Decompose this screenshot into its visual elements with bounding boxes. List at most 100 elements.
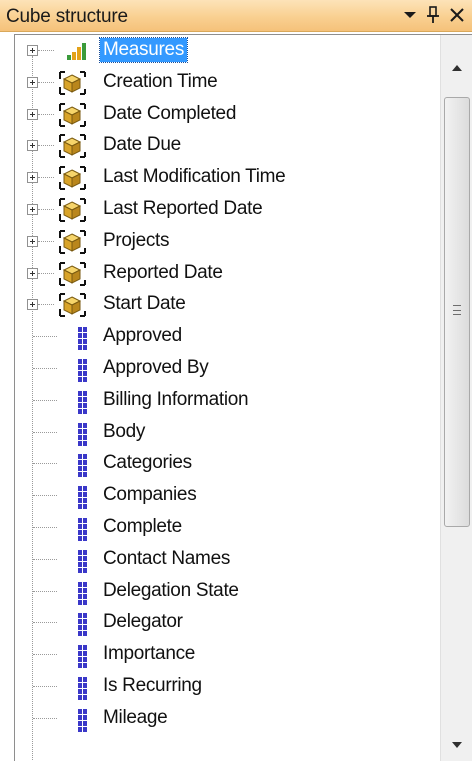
tree-item-attribute[interactable]: Mileage xyxy=(15,703,440,735)
expand-plus-icon[interactable] xyxy=(27,299,38,311)
scroll-up-arrow-icon[interactable] xyxy=(441,55,472,81)
close-icon[interactable] xyxy=(444,2,470,28)
tree-item-label[interactable]: Date Completed xyxy=(100,102,239,126)
tree-item-label[interactable]: Complete xyxy=(100,515,185,539)
tree-item-attribute[interactable]: Companies xyxy=(15,480,440,512)
expand-plus-icon[interactable] xyxy=(27,172,38,184)
expand-plus-icon[interactable] xyxy=(27,76,38,88)
panel-titlebar[interactable]: Cube structure xyxy=(0,0,472,32)
tree-item-dimension[interactable]: Creation Time xyxy=(15,67,440,99)
expand-plus-icon[interactable] xyxy=(27,140,38,152)
tree-item-attribute[interactable]: Contact Names xyxy=(15,544,440,576)
tree-item-dimension[interactable]: Last Modification Time xyxy=(15,162,440,194)
tree-connector-line xyxy=(33,431,57,433)
tree-item-attribute[interactable]: Importance xyxy=(15,639,440,671)
tree-item-label[interactable]: Approved By xyxy=(100,356,212,380)
tree-connector-line xyxy=(33,622,57,624)
tree-connector-line xyxy=(38,177,54,179)
attribute-icon xyxy=(57,610,87,637)
tree-item-dimension[interactable]: Date Due xyxy=(15,130,440,162)
tree-item-label[interactable]: Delegation State xyxy=(100,579,242,603)
expand-plus-icon[interactable] xyxy=(27,235,38,247)
attribute-icon xyxy=(57,515,87,541)
tree-item-dimension[interactable]: Reported Date xyxy=(15,258,440,290)
tree-connector-line xyxy=(33,495,57,497)
tree-item-label[interactable]: Start Date xyxy=(100,292,189,316)
attribute-icon xyxy=(57,388,87,414)
tree-item-label[interactable]: Mileage xyxy=(100,706,170,730)
tree-item-measures[interactable]: Measures xyxy=(15,35,440,67)
tree-item-dimension[interactable]: Projects xyxy=(15,226,440,258)
cube-structure-panel: Cube structure Measures Creation Time Date… xyxy=(0,0,472,761)
tree-item-label[interactable]: Creation Time xyxy=(100,70,220,94)
vertical-scrollbar[interactable] xyxy=(440,35,472,761)
tree-item-label[interactable]: Last Reported Date xyxy=(100,197,265,221)
tree-connector-line xyxy=(33,654,57,656)
tree-item-label[interactable]: Last Modification Time xyxy=(100,165,288,189)
tree-item-dimension[interactable]: Start Date xyxy=(15,289,440,321)
attribute-icon xyxy=(57,483,87,510)
expand-plus-icon[interactable] xyxy=(27,108,38,120)
scroll-grip-icon xyxy=(453,305,461,315)
tree-connector-line xyxy=(33,368,57,369)
tree-item-attribute[interactable]: Complete xyxy=(15,512,440,544)
tree-item-label[interactable]: Is Recurring xyxy=(100,674,205,698)
tree-item-label[interactable]: Companies xyxy=(100,483,199,507)
cube-dimension-icon xyxy=(57,292,87,318)
pin-icon[interactable] xyxy=(420,2,446,28)
attribute-icon xyxy=(57,420,87,446)
tree-item-label[interactable]: Body xyxy=(100,420,148,444)
attribute-icon xyxy=(57,706,87,732)
tree-item-attribute[interactable]: Is Recurring xyxy=(15,671,440,703)
tree-connector-line xyxy=(33,717,57,719)
cube-dimension-icon xyxy=(57,197,87,223)
expand-plus-icon[interactable] xyxy=(27,267,38,279)
attribute-icon xyxy=(57,324,87,351)
tree-item-attribute[interactable]: Categories xyxy=(15,448,440,480)
tree-item-label[interactable]: Importance xyxy=(100,642,198,666)
cube-dimension-icon xyxy=(57,261,87,287)
tree-item-label[interactable]: Billing Information xyxy=(100,388,251,412)
tree-connector-line xyxy=(38,272,54,274)
tree-item-label[interactable]: Projects xyxy=(100,229,172,253)
cube-dimension-icon xyxy=(57,70,87,96)
attribute-icon xyxy=(57,356,87,382)
tree-item-label[interactable]: Categories xyxy=(100,451,195,475)
measures-bar-icon xyxy=(57,38,87,64)
tree-connector-line xyxy=(38,145,54,147)
tree-item-dimension[interactable]: Date Completed xyxy=(15,99,440,131)
tree-connector-line xyxy=(38,240,54,242)
tree-item-dimension[interactable]: Last Reported Date xyxy=(15,194,440,226)
tree-item-label[interactable]: Date Due xyxy=(100,133,184,157)
scroll-thumb[interactable] xyxy=(444,97,470,527)
tree-item-label[interactable]: Approved xyxy=(100,324,185,348)
tree-item-label[interactable]: Contact Names xyxy=(100,547,233,571)
tree-connector-line xyxy=(33,558,57,560)
tree-connector-line xyxy=(33,527,57,528)
tree-connector-line xyxy=(33,686,57,687)
attribute-icon xyxy=(57,579,87,605)
scroll-down-arrow-icon[interactable] xyxy=(441,732,472,758)
tree-item-attribute[interactable]: Delegator xyxy=(15,607,440,639)
tree-connector-line xyxy=(33,463,57,465)
cube-dimension-icon xyxy=(57,165,87,191)
tree-connector-line xyxy=(33,399,57,401)
tree-item-attribute[interactable]: Approved By xyxy=(15,353,440,385)
attribute-icon xyxy=(57,642,87,669)
tree-item-label[interactable]: Measures xyxy=(98,37,189,63)
expand-plus-icon[interactable] xyxy=(27,45,38,56)
cube-dimension-icon xyxy=(57,102,87,128)
tree-item-attribute[interactable]: Body xyxy=(15,417,440,449)
tree-connector-line xyxy=(38,81,54,83)
panel-title: Cube structure xyxy=(6,6,128,27)
tree-item-label[interactable]: Reported Date xyxy=(100,261,226,285)
tree-item-attribute[interactable]: Approved xyxy=(15,321,440,353)
tree-connector-line xyxy=(38,209,54,210)
attribute-icon xyxy=(57,451,87,478)
expand-plus-icon[interactable] xyxy=(27,204,38,215)
tree-item-attribute[interactable]: Delegation State xyxy=(15,576,440,608)
tree-item-label[interactable]: Delegator xyxy=(100,610,186,634)
cube-dimension-icon xyxy=(57,133,87,159)
tree-connector-line xyxy=(38,50,54,51)
tree-item-attribute[interactable]: Billing Information xyxy=(15,385,440,417)
